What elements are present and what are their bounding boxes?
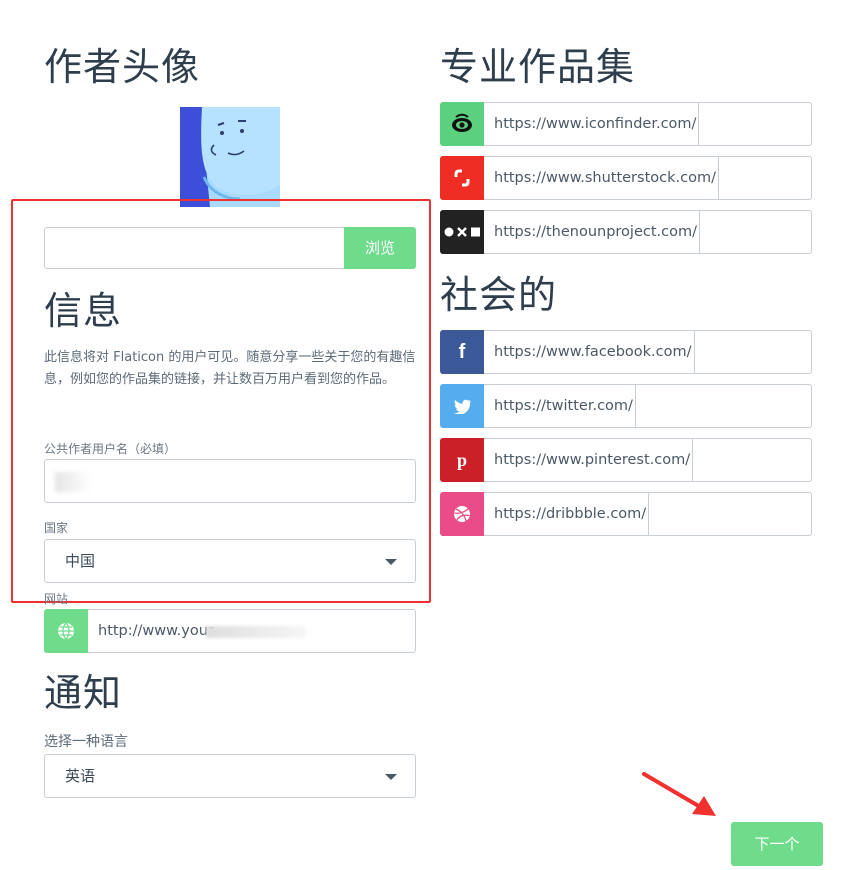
avatar-title: 作者头像 xyxy=(44,45,201,89)
country-select[interactable]: 中国 xyxy=(44,539,416,583)
shutterstock-url-prefix: https://www.shutterstock.com/ xyxy=(484,157,719,199)
info-description: 此信息将对 Flaticon 的用户可见。随意分享一些关于您的有趣信息，例如您的… xyxy=(44,350,416,387)
blurred-username xyxy=(55,472,91,492)
shutterstock-icon xyxy=(440,156,484,200)
social-row-facebook: f https://www.facebook.com/ xyxy=(440,330,812,374)
language-value: 英语 xyxy=(65,767,96,785)
annotation-arrow xyxy=(642,772,716,816)
username-field[interactable] xyxy=(44,459,416,503)
info-title: 信息 xyxy=(44,289,123,333)
facebook-url-field[interactable]: https://www.facebook.com/ xyxy=(484,330,812,374)
iconfinder-url-prefix: https://www.iconfinder.com/ xyxy=(484,103,700,145)
facebook-url-prefix: https://www.facebook.com/ xyxy=(484,331,695,373)
website-row: http://www.your xyxy=(44,609,416,653)
website-field[interactable]: http://www.your xyxy=(88,609,416,653)
social-title: 社会的 xyxy=(440,273,558,317)
iconfinder-url-field[interactable]: https://www.iconfinder.com/ xyxy=(484,102,812,146)
language-select[interactable]: 英语 xyxy=(44,754,416,798)
portfolio-row-shutterstock: https://www.shutterstock.com/ xyxy=(440,156,812,200)
twitter-url-field[interactable]: https://twitter.com/ xyxy=(484,384,812,428)
nounproject-icon xyxy=(440,210,484,254)
portfolio-row-iconfinder: https://www.iconfinder.com/ xyxy=(440,102,812,146)
notify-title: 通知 xyxy=(44,671,123,715)
chevron-down-icon xyxy=(385,559,397,565)
nounproject-url-field[interactable]: https://thenounproject.com/ xyxy=(484,210,812,254)
website-value: http://www.your xyxy=(98,623,214,639)
iconfinder-icon xyxy=(440,102,484,146)
next-button[interactable]: 下一个 xyxy=(731,822,823,866)
social-row-twitter: https://twitter.com/ xyxy=(440,384,812,428)
country-label: 国家 xyxy=(44,521,69,535)
nounproject-url-prefix: https://thenounproject.com/ xyxy=(484,211,700,253)
pinterest-url-field[interactable]: https://www.pinterest.com/ xyxy=(484,438,812,482)
dribbble-url-prefix: https://dribbble.com/ xyxy=(484,493,650,535)
language-label: 选择一种语言 xyxy=(44,734,128,750)
country-value: 中国 xyxy=(65,552,96,570)
avatar xyxy=(180,107,280,207)
facebook-icon: f xyxy=(440,330,484,374)
portfolio-title: 专业作品集 xyxy=(440,45,636,89)
pinterest-url-prefix: https://www.pinterest.com/ xyxy=(484,439,694,481)
blurred-website xyxy=(206,626,306,638)
twitter-icon xyxy=(440,384,484,428)
username-label: 公共作者用户名（必填） xyxy=(44,442,177,456)
website-label: 网站 xyxy=(44,592,69,606)
twitter-url-prefix: https://twitter.com/ xyxy=(484,385,636,427)
pinterest-icon: p xyxy=(440,438,484,482)
browse-button[interactable]: 浏览 xyxy=(344,227,416,269)
shutterstock-url-field[interactable]: https://www.shutterstock.com/ xyxy=(484,156,812,200)
portfolio-row-nounproject: https://thenounproject.com/ xyxy=(440,210,812,254)
social-row-dribbble: https://dribbble.com/ xyxy=(440,492,812,536)
chevron-down-icon xyxy=(385,774,397,780)
social-row-pinterest: p https://www.pinterest.com/ xyxy=(440,438,812,482)
dribbble-url-field[interactable]: https://dribbble.com/ xyxy=(484,492,812,536)
globe-icon xyxy=(44,609,88,653)
dribbble-icon xyxy=(440,492,484,536)
